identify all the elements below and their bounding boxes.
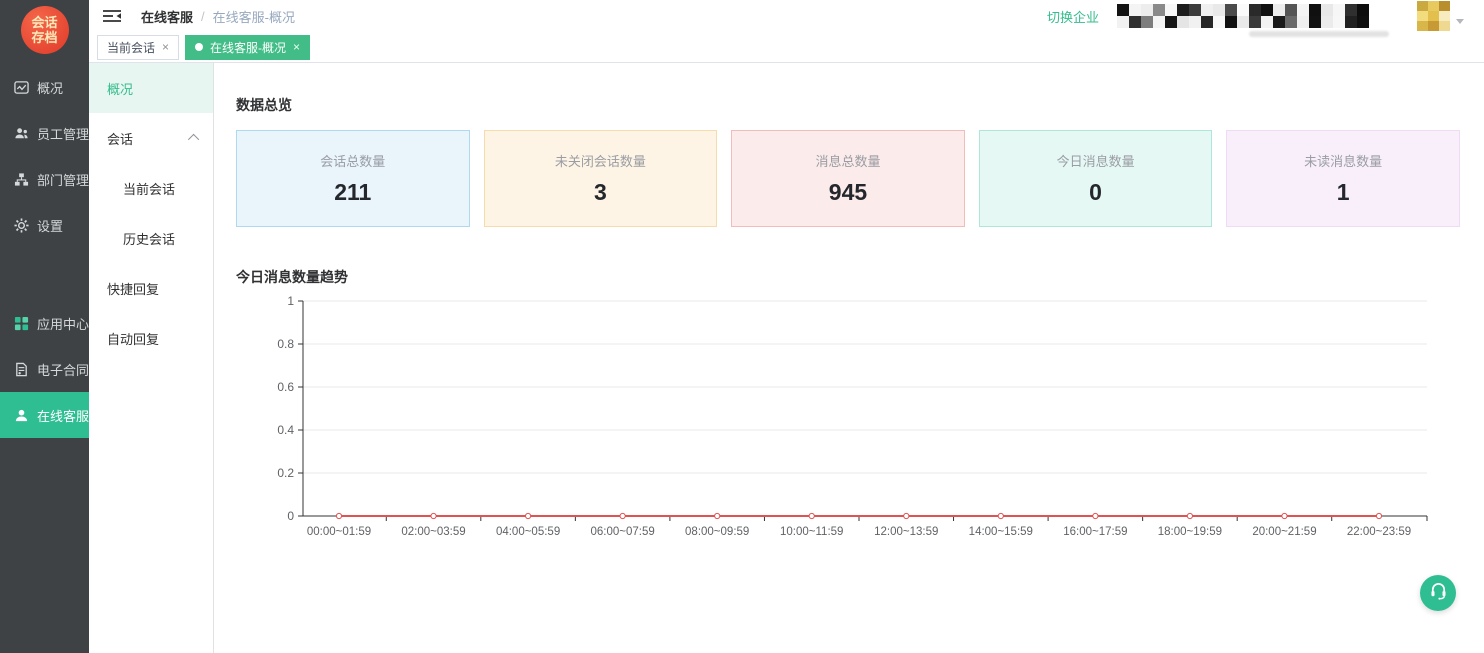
trend-chart-section: 今日消息数量趋势 0 0.2 0.4 0.6 0.8 1 00:00~01:59 02:00~… (236, 267, 1460, 554)
svg-text:0.6: 0.6 (277, 380, 294, 394)
chevron-up-icon (188, 134, 199, 145)
employees-icon (13, 125, 29, 141)
stat-label: 未读消息数量 (1304, 151, 1382, 170)
customer-service-fab[interactable] (1420, 575, 1456, 611)
sidebar-item-label: 概况 (37, 78, 63, 97)
sidebar-item-app-center[interactable]: 应用中心 (0, 300, 89, 346)
sidebar-item-employees[interactable]: 员工管理 (0, 110, 89, 156)
headset-icon (1429, 581, 1448, 605)
stat-card-today-messages: 今日消息数量 0 (979, 130, 1213, 227)
svg-text:08:00~09:59: 08:00~09:59 (685, 526, 749, 538)
tab-label: 在线客服-概况 (210, 39, 286, 56)
breadcrumb-root[interactable]: 在线客服 (141, 7, 193, 26)
svg-text:0: 0 (287, 509, 294, 523)
subnav-label: 自动回复 (107, 329, 159, 348)
stat-label: 会话总数量 (320, 151, 385, 170)
tab-current-session[interactable]: 当前会话 × (97, 35, 179, 60)
sidebar-item-label: 在线客服 (37, 406, 89, 425)
subnav-item-current-session[interactable]: 当前会话 (89, 163, 213, 213)
breadcrumb-separator: / (201, 9, 205, 24)
svg-text:0.2: 0.2 (277, 466, 294, 480)
svg-text:12:00~13:59: 12:00~13:59 (874, 526, 938, 538)
sidebar-item-settings[interactable]: 设置 (0, 202, 89, 248)
sidebar-item-e-contract[interactable]: 电子合同 (0, 346, 89, 392)
sidebar-item-online-service[interactable]: 在线客服 (0, 392, 89, 438)
collapse-sidebar-icon[interactable] (103, 8, 123, 24)
contract-icon (13, 361, 29, 377)
subnav-item-auto-reply[interactable]: 自动回复 (89, 313, 213, 363)
sidebar-item-label: 应用中心 (37, 314, 89, 333)
subnav-label: 会话 (107, 129, 133, 148)
stat-value: 0 (1089, 179, 1102, 206)
stat-value: 945 (829, 179, 867, 206)
stat-card-open-sessions: 未关闭会话数量 3 (484, 130, 718, 227)
subnav-item-overview[interactable]: 概况 (89, 63, 213, 113)
svg-text:1: 1 (287, 294, 294, 308)
subnav-label: 当前会话 (123, 179, 175, 198)
tab-label: 当前会话 (107, 39, 155, 56)
apps-icon (13, 315, 29, 331)
stat-card-total-sessions: 会话总数量 211 (236, 130, 470, 227)
svg-text:18:00~19:59: 18:00~19:59 (1158, 526, 1222, 538)
sidebar-item-overview[interactable]: 概况 (0, 64, 89, 110)
subnav-item-quick-reply[interactable]: 快捷回复 (89, 263, 213, 313)
company-name-redacted (1117, 4, 1369, 28)
chart-title: 今日消息数量趋势 (236, 267, 1460, 287)
svg-text:0.8: 0.8 (277, 337, 294, 351)
secondary-sidebar: 概况 会话 当前会话 历史会话 快捷回复 自动回复 (89, 63, 214, 653)
stat-cards-row: 会话总数量 211 未关闭会话数量 3 消息总数量 945 今日消息数量 0 (236, 130, 1460, 227)
sidebar-item-label: 员工管理 (37, 124, 89, 143)
stat-value: 1 (1337, 179, 1350, 206)
logo-text-line1: 会话 (31, 15, 57, 30)
subnav-label: 历史会话 (123, 229, 175, 248)
sidebar-item-label: 部门管理 (37, 170, 89, 189)
stat-card-total-messages: 消息总数量 945 (731, 130, 965, 227)
svg-text:06:00~07:59: 06:00~07:59 (590, 526, 654, 538)
svg-text:02:00~03:59: 02:00~03:59 (401, 526, 465, 538)
svg-text:00:00~01:59: 00:00~01:59 (307, 526, 371, 538)
customer-service-icon (13, 407, 29, 423)
stat-value: 3 (594, 179, 607, 206)
svg-text:20:00~21:59: 20:00~21:59 (1252, 526, 1316, 538)
tab-close-icon[interactable]: × (293, 40, 300, 54)
departments-icon (13, 171, 29, 187)
primary-sidebar: 会话 存档 概况 员工管理 部门管理 设置 (0, 0, 89, 653)
stat-value: 211 (334, 179, 371, 206)
sidebar-item-departments[interactable]: 部门管理 (0, 156, 89, 202)
stat-label: 消息总数量 (815, 151, 880, 170)
subnav-item-history-session[interactable]: 历史会话 (89, 213, 213, 263)
app-logo[interactable]: 会话 存档 (21, 6, 69, 54)
breadcrumb-leaf: 在线客服-概况 (213, 7, 295, 26)
switch-company-link[interactable]: 切换企业 (1047, 7, 1099, 26)
chevron-down-icon[interactable] (1456, 19, 1464, 24)
redaction-shadow (1249, 31, 1389, 37)
stat-card-unread-messages: 未读消息数量 1 (1226, 130, 1460, 227)
avatar[interactable] (1417, 1, 1450, 31)
active-tab-dot (195, 43, 203, 51)
svg-text:0.4: 0.4 (277, 423, 294, 437)
main-content: 数据总览 会话总数量 211 未关闭会话数量 3 消息总数量 945 (214, 63, 1484, 653)
overview-section-title: 数据总览 (236, 95, 1460, 115)
svg-text:16:00~17:59: 16:00~17:59 (1063, 526, 1127, 538)
svg-text:04:00~05:59: 04:00~05:59 (496, 526, 560, 538)
top-header: 在线客服 / 在线客服-概况 切换企业 (89, 0, 1484, 32)
dashboard-icon (13, 79, 29, 95)
stat-label: 今日消息数量 (1057, 151, 1135, 170)
app-window: 会话 存档 概况 员工管理 部门管理 设置 (0, 0, 1484, 653)
subnav-group-session[interactable]: 会话 (89, 113, 213, 163)
logo-text-line2: 存档 (31, 30, 57, 45)
svg-text:22:00~23:59: 22:00~23:59 (1347, 526, 1411, 538)
sidebar-item-label: 电子合同 (37, 360, 89, 379)
trend-chart: 0 0.2 0.4 0.6 0.8 1 00:00~01:59 02:00~03:59 04:0… (236, 291, 1460, 554)
gear-icon (13, 217, 29, 233)
tab-close-icon[interactable]: × (162, 40, 169, 54)
svg-text:10:00~11:59: 10:00~11:59 (780, 526, 843, 538)
stat-label: 未关闭会话数量 (555, 151, 646, 170)
svg-text:14:00~15:59: 14:00~15:59 (969, 526, 1033, 538)
sidebar-item-label: 设置 (37, 216, 63, 235)
subnav-label: 快捷回复 (107, 279, 159, 298)
breadcrumb: 在线客服 / 在线客服-概况 (141, 7, 295, 26)
subnav-label: 概况 (107, 79, 133, 98)
tab-online-service-overview[interactable]: 在线客服-概况 × (185, 35, 310, 60)
